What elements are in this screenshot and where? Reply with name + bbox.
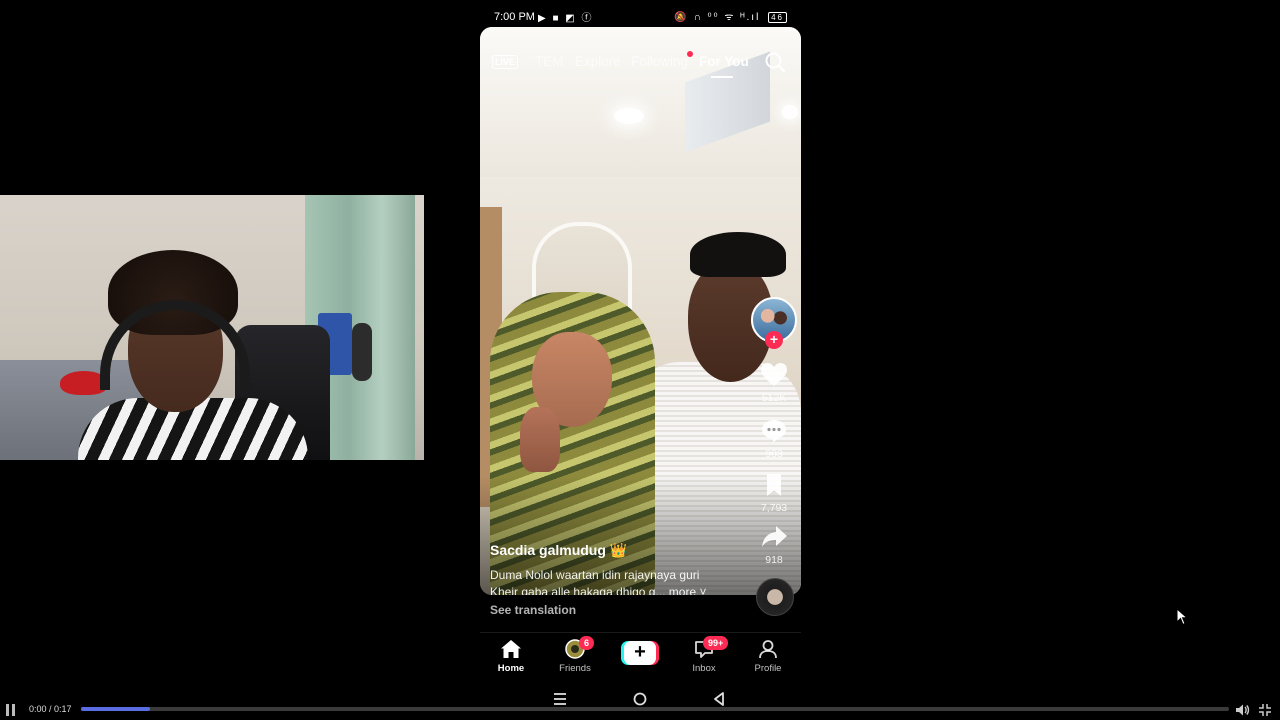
nav-inbox[interactable]: Inbox 99+ [679, 636, 729, 674]
video-player-controls: 0:00 / 0:17 [0, 700, 1280, 720]
see-translation-link[interactable]: See translation [490, 603, 576, 617]
webcam-speaker [352, 323, 372, 381]
playback-time: 0:00 / 0:17 [29, 704, 72, 714]
share-button[interactable]: 918 [757, 524, 791, 566]
save-button[interactable]: 7,793 [757, 472, 791, 514]
nav-profile[interactable]: Profile [743, 639, 793, 674]
active-tab-indicator [711, 76, 733, 78]
system-icons: 🔕 ∩ ⁰⁰ ᯤ ᴴ.ıl 46 [674, 9, 787, 23]
like-count: 512K [761, 392, 787, 404]
save-count: 7,793 [760, 502, 788, 514]
post-username[interactable]: Sacdia galmudug 👑 [490, 542, 627, 559]
pause-icon[interactable] [5, 704, 17, 716]
live-icon: LIVE [492, 55, 519, 69]
streamer [78, 250, 338, 460]
seek-bar[interactable] [81, 707, 1229, 711]
bottom-nav: Home Friends 6 + Inbox 99+ Profile [480, 632, 801, 678]
share-arrow-icon [762, 526, 787, 547]
music-disc-icon[interactable] [756, 578, 794, 616]
home-icon [501, 640, 521, 658]
comment-icon [762, 420, 786, 443]
inbox-badge: 99+ [703, 636, 729, 650]
following-notification-dot [687, 51, 693, 57]
crown-emoji: 👑 [609, 542, 628, 558]
bookmark-icon [767, 474, 781, 496]
username-text: Sacdia galmudug [490, 542, 606, 558]
nav-friends-label: Friends [559, 663, 591, 674]
video-man-hair [690, 232, 786, 277]
live-button[interactable]: LIVE [492, 51, 519, 73]
tab-stem[interactable]: TEM [535, 54, 564, 69]
video-ceiling-light [782, 105, 798, 119]
mouse-cursor-icon [1176, 608, 1188, 626]
tab-following[interactable]: Following [631, 54, 688, 69]
plus-icon: + [624, 641, 656, 665]
top-tabs: LIVE TEM Explore Following For You [480, 48, 801, 78]
nav-inbox-label: Inbox [692, 663, 716, 674]
friends-badge: 6 [579, 636, 595, 650]
video-hand [520, 407, 560, 472]
nav-home[interactable]: Home [486, 639, 536, 674]
post-caption[interactable]: Duma Nolol waartan idin rajaynaya guri K… [490, 567, 730, 595]
comment-count: 903 [765, 448, 783, 460]
webcam-overlay [0, 195, 424, 460]
like-button[interactable]: 512K [757, 362, 791, 404]
share-count: 918 [765, 554, 783, 566]
signal-icons: 🔕 ∩ ⁰⁰ ᯤ ᴴ.ıl [674, 12, 761, 23]
volume-icon[interactable] [1234, 702, 1250, 718]
caption-line: Duma Nolol waartan idin rajaynaya guri [490, 568, 700, 582]
status-time: 7:00 PM [494, 11, 535, 23]
status-bar: 7:00 PM ▶ ■ ◩ ⓕ 🔕 ∩ ⁰⁰ ᯤ ᴴ.ıl 46 [480, 0, 801, 30]
seek-bar-progress [81, 707, 150, 711]
nav-home-label: Home [497, 663, 525, 674]
video-ceiling-light [614, 108, 644, 124]
nav-profile-label: Profile [754, 663, 782, 674]
heart-icon [761, 363, 787, 386]
follow-plus-icon[interactable]: + [765, 331, 783, 349]
tab-explore[interactable]: Explore [575, 54, 621, 69]
tab-for-you[interactable]: For You [699, 54, 749, 69]
create-post-button[interactable]: + [621, 641, 659, 665]
nav-friends[interactable]: Friends 6 [550, 636, 600, 674]
battery-icon: 46 [768, 12, 787, 23]
search-icon[interactable] [764, 51, 786, 73]
phone-screen: 7:00 PM ▶ ■ ◩ ⓕ 🔕 ∩ ⁰⁰ ᯤ ᴴ.ıl 46 Sacdia … [480, 0, 801, 720]
profile-icon [759, 640, 777, 659]
exit-fullscreen-icon[interactable] [1257, 702, 1273, 718]
comment-button[interactable]: 903 [757, 418, 791, 460]
caption-line: Kheir qaba alle hakaga dhigo g... more ˅ [490, 584, 707, 596]
notification-icons: ▶ ■ ◩ ⓕ [538, 13, 594, 24]
